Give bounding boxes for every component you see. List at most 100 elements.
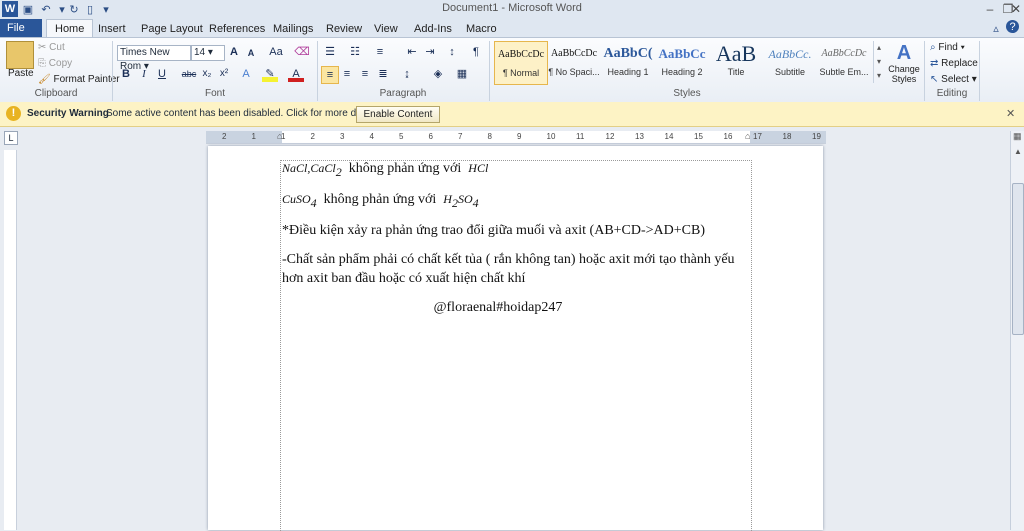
doc-line-3[interactable]: *Điều kiện xảy ra phản ứng trao đổi giữa…	[282, 223, 705, 239]
vertical-ruler[interactable]	[4, 150, 17, 530]
close-icon[interactable]: ✕	[1008, 1, 1024, 17]
scroll-thumb[interactable]	[1012, 183, 1024, 335]
style-normal[interactable]: AaBbCcDc ¶ Normal	[494, 41, 548, 85]
tab-selector-icon[interactable]: L	[4, 131, 18, 145]
security-warning-message[interactable]: Some active content has been disabled. C…	[106, 108, 382, 119]
replace-button[interactable]: ⇄ Replace	[930, 58, 978, 69]
scroll-up-icon[interactable]: ▲	[1014, 147, 1022, 156]
decrease-indent-icon[interactable]: ⇤	[404, 44, 420, 60]
cut-button[interactable]: ✂ Cut	[38, 42, 65, 53]
font-group-label: Font	[204, 88, 225, 99]
select-button[interactable]: ↖ Select ▾	[930, 74, 977, 85]
style-heading-1[interactable]: AaBbC( Heading 1	[602, 41, 654, 83]
doc-line-1[interactable]: NaCl,CaCl2 không phản ứng với HCl	[282, 161, 488, 180]
tab-references[interactable]: References	[201, 21, 273, 37]
tab-page-layout[interactable]: Page Layout	[133, 21, 211, 37]
ruler-number: 2	[222, 132, 227, 141]
help-icon[interactable]: ?	[1006, 20, 1019, 33]
multilevel-list-icon[interactable]: ≡	[372, 44, 388, 60]
italic-button[interactable]: I	[136, 66, 152, 82]
right-indent-marker-icon[interactable]: ⌂	[745, 131, 750, 141]
ruler-number: 9	[517, 132, 522, 141]
find-button[interactable]: ⌕ Find ▾	[930, 42, 965, 53]
title-bar: W ▣ ↶ ▾ ↻ ▯ ▾ Document1 - Microsoft Word…	[0, 0, 1024, 18]
underline-button[interactable]: U	[154, 66, 170, 82]
line-spacing-icon[interactable]: ↨	[399, 66, 415, 82]
font-size-select[interactable]: 14 ▾	[191, 45, 225, 61]
ruler-number: 10	[546, 132, 556, 141]
close-warning-icon[interactable]: ✕	[1006, 107, 1015, 120]
ribbon-home: Paste ✂ Cut ⎘ Copy 🖌 Format Painter Clip…	[0, 37, 1024, 103]
align-right-icon[interactable]: ≡	[357, 66, 373, 82]
ruler-number: 12	[605, 132, 615, 141]
shrink-font-button[interactable]: A	[243, 45, 259, 61]
font-color-icon[interactable]: A	[288, 66, 304, 82]
ruler-number: 7	[458, 132, 463, 141]
style-no-spacing[interactable]: AaBbCcDc ¶ No Spaci...	[548, 41, 600, 83]
shading-icon[interactable]: ◈	[430, 66, 446, 82]
tab-add-ins[interactable]: Add-Ins	[406, 21, 460, 37]
paste-button[interactable]: Paste	[8, 68, 34, 79]
tab-insert[interactable]: Insert	[90, 21, 134, 37]
change-styles-icon: A	[896, 42, 912, 64]
paragraph-group-label: Paragraph	[379, 88, 427, 99]
style-subtle-emphasis[interactable]: AaBbCcDc Subtle Em...	[818, 41, 870, 83]
enable-content-button[interactable]: Enable Content	[356, 106, 440, 123]
minimize-ribbon-icon[interactable]: ▵	[988, 20, 1004, 36]
ribbon-tabs: File Home Insert Page Layout References …	[0, 18, 1024, 38]
vertical-scrollbar[interactable]: ▦ ▲	[1010, 131, 1024, 530]
borders-icon[interactable]: ▦	[454, 66, 470, 82]
style-heading-2[interactable]: AaBbCc Heading 2	[656, 41, 708, 83]
doc-line-6[interactable]: @floraenal#hoidap247	[282, 300, 714, 316]
bullets-icon[interactable]: ☰	[322, 44, 338, 60]
bold-button[interactable]: B	[118, 66, 134, 82]
subscript-button[interactable]: x₂	[199, 66, 215, 82]
ruler-numbers: 2 1 1 2 3 4 5 6 7 8 9 10 11 12 13 14 15 16 17 18 19	[206, 131, 826, 143]
justify-icon[interactable]: ≣	[375, 66, 391, 82]
cut-icon: ✂	[38, 42, 47, 53]
paste-icon[interactable]	[6, 41, 34, 69]
tab-macro[interactable]: Macro	[458, 21, 505, 37]
ruler-number: 14	[664, 132, 674, 141]
warning-icon: !	[6, 106, 21, 121]
ruler-number: 13	[635, 132, 644, 141]
tab-home[interactable]: Home	[46, 19, 94, 38]
security-warning-bar: ! Security Warning Some active content h…	[0, 102, 1024, 127]
doc-line-2[interactable]: CuSO4 không phản ứng với H2SO4	[282, 192, 479, 211]
superscript-button[interactable]: x²	[216, 66, 232, 82]
change-styles-button[interactable]: A Change Styles	[888, 42, 920, 84]
numbering-icon[interactable]: ☷	[347, 44, 363, 60]
ruler-number: 8	[487, 132, 492, 141]
highlight-icon[interactable]: ✎	[262, 66, 278, 82]
tab-file[interactable]: File	[0, 19, 42, 37]
show-marks-button[interactable]: ¶	[468, 44, 484, 60]
ruler-number: 17	[753, 132, 762, 141]
ruler-number: 3	[340, 132, 345, 141]
doc-line-4[interactable]: -Chất sản phẩm phải có chất kết tủa ( rắ…	[282, 252, 735, 268]
format-painter-button[interactable]: 🖌 Format Painter	[38, 74, 120, 85]
ruler-number: 18	[782, 132, 792, 141]
style-subtitle[interactable]: AaBbCc. Subtitle	[764, 41, 816, 83]
tab-view[interactable]: View	[366, 21, 406, 37]
sort-icon[interactable]: ↕	[444, 44, 460, 60]
indent-marker-icon[interactable]: ⌂	[277, 131, 282, 141]
change-case-button[interactable]: Aa	[266, 44, 286, 60]
styles-scroll[interactable]: ▴ ▾ ▾	[873, 41, 884, 83]
ruler-toggle-icon[interactable]: ▦	[1013, 131, 1022, 142]
increase-indent-icon[interactable]: ⇥	[422, 44, 438, 60]
minimize-icon[interactable]: –	[980, 1, 1000, 17]
tab-mailings[interactable]: Mailings	[265, 21, 321, 37]
copy-button[interactable]: ⎘ Copy	[38, 58, 72, 69]
font-name-select[interactable]: Times New Rom ▾	[117, 45, 191, 72]
styles-group-label: Styles	[673, 88, 701, 99]
align-left-icon[interactable]: ≡	[321, 66, 339, 84]
align-center-icon[interactable]: ≡	[339, 66, 355, 82]
style-title[interactable]: AaB Title	[710, 41, 762, 83]
grow-font-button[interactable]: A	[226, 44, 242, 60]
strikethrough-button[interactable]: abc	[180, 66, 198, 82]
doc-line-5[interactable]: hơn axit ban đầu hoặc có xuất hiện chất …	[282, 271, 525, 287]
tab-review[interactable]: Review	[318, 21, 370, 37]
clipboard-group-label: Clipboard	[34, 88, 78, 99]
clear-formatting-icon[interactable]: ⌫	[294, 44, 310, 60]
text-effects-icon[interactable]: A	[238, 66, 254, 82]
